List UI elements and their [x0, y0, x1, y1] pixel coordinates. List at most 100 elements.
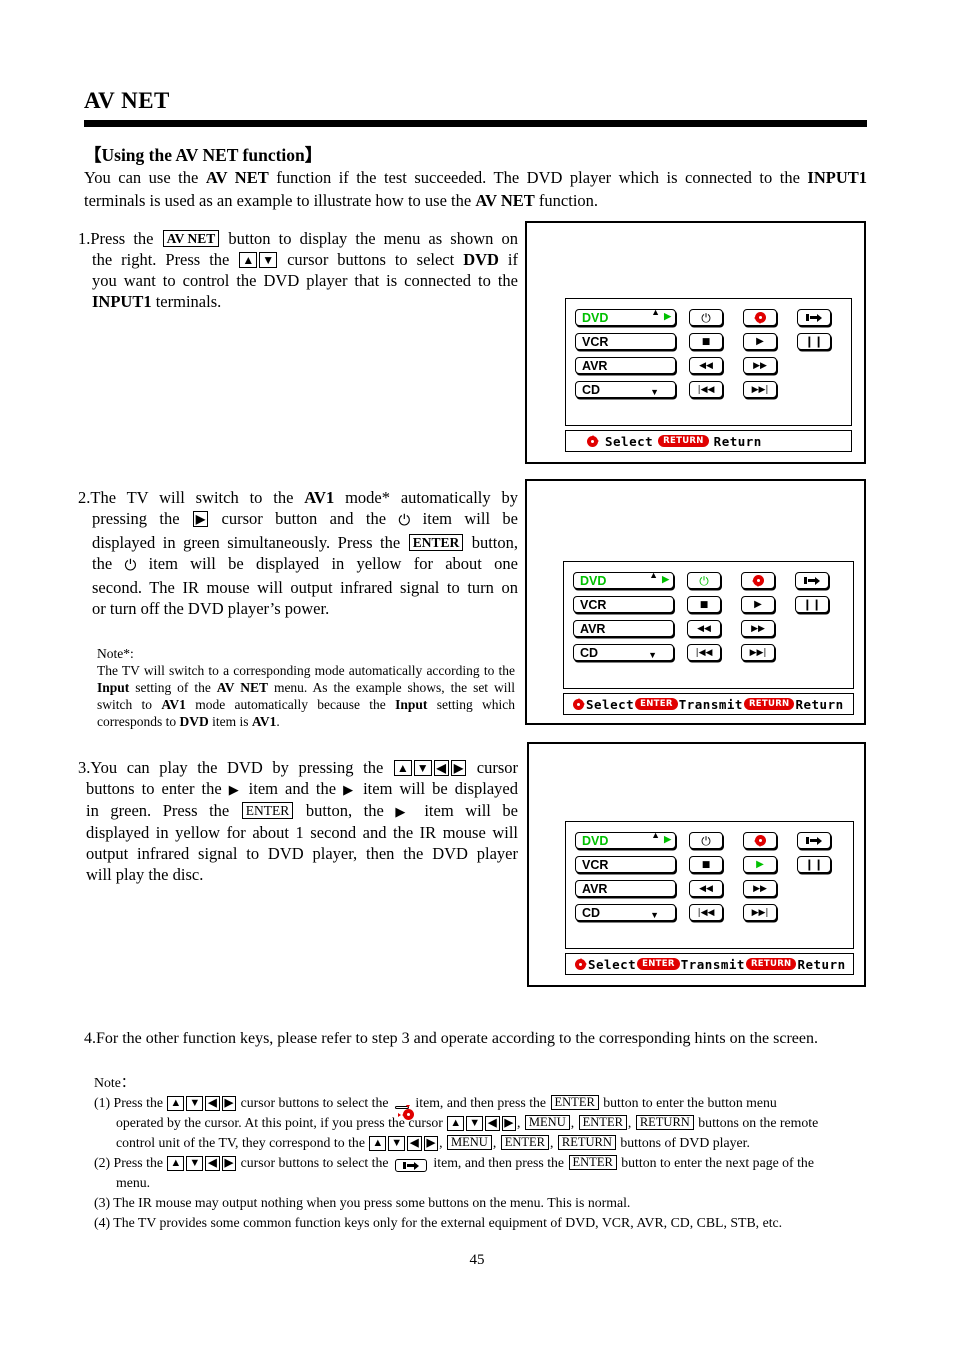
source-label-cd: CD — [582, 382, 601, 397]
button-power[interactable]: ⏻ — [689, 309, 723, 326]
play-glyph-inline-2: ▶ — [343, 782, 357, 797]
button-stop[interactable]: ■ — [689, 856, 723, 873]
source-item-cd[interactable]: CD ▼ — [573, 644, 674, 661]
button-rewind[interactable]: ◀◀ — [689, 357, 723, 374]
step-2-text-5: item will be — [410, 509, 518, 528]
source-label-vcr: VCR — [580, 597, 607, 612]
source-label-dvd: DVD — [580, 573, 607, 588]
osd-diagram-2: DVD ▲ ▶ ⏻ VCR ■ ▶ ❙❙ AVR ◀◀ ▶▶ CD ▼ |◀◀ … — [525, 479, 866, 725]
previous-icon: |◀◀ — [697, 384, 715, 395]
source-item-vcr[interactable]: VCR — [575, 856, 676, 873]
button-pause[interactable]: ❙❙ — [795, 596, 829, 613]
step-3-text-1: You can play the DVD by pressing the — [90, 758, 393, 777]
step-1-text-7: terminals. — [151, 292, 222, 311]
fast-forward-icon: ▶▶ — [753, 360, 767, 371]
source-item-avr[interactable]: AVR — [575, 357, 676, 374]
button-play[interactable]: ▶ — [741, 596, 775, 613]
button-rewind[interactable]: ◀◀ — [689, 880, 723, 897]
button-dpad[interactable] — [743, 309, 777, 326]
source-item-avr[interactable]: AVR — [575, 880, 676, 897]
button-previous[interactable]: |◀◀ — [687, 644, 721, 661]
button-play[interactable]: ▶ — [743, 333, 777, 350]
source-item-vcr[interactable]: VCR — [573, 596, 674, 613]
dpad-icon-box — [394, 1104, 414, 1120]
source-item-cd[interactable]: CD ▼ — [575, 904, 676, 921]
button-rewind[interactable]: ◀◀ — [687, 620, 721, 637]
button-next-page[interactable] — [797, 832, 831, 849]
key-up-arrow: ▲ — [393, 760, 412, 776]
source-label-dvd: DVD — [582, 833, 609, 848]
button-power[interactable]: ⏻ — [689, 832, 723, 849]
button-fast-forward[interactable]: ▶▶ — [743, 357, 777, 374]
step-3-text-9: displayed in yellow for about 1 second a… — [86, 823, 518, 842]
intro-bold-input1: INPUT1 — [807, 168, 867, 187]
key-left-arrow: ◀ — [205, 1156, 220, 1171]
step-3-line-5: output infrared signal to DVD player, th… — [78, 843, 518, 864]
button-fast-forward[interactable]: ▶▶ — [743, 880, 777, 897]
step-3-line-2: buttons to enter the ▶ item and the ▶ it… — [78, 778, 518, 800]
osd-screen-2: DVD ▲ ▶ ⏻ VCR ■ ▶ ❙❙ AVR ◀◀ ▶▶ CD ▼ |◀◀ … — [563, 561, 854, 715]
note-star-text-b: setting of the — [129, 680, 217, 695]
intro-text-2: function if the test succeeded. The DVD … — [268, 168, 808, 187]
osd-row-spacer-2 — [564, 665, 853, 679]
source-item-dvd[interactable]: DVD ▲ ▶ — [575, 308, 676, 326]
note-2-text-c: item, and then press the — [429, 1155, 568, 1170]
step-3-text-10: output infrared signal to DVD player, th… — [86, 844, 518, 863]
osd-panel-3: DVD ▲ ▶ ⏻ VCR ■ ▶ ❙❙ AVR ◀◀ ▶▶ CD ▼ |◀◀ … — [565, 821, 854, 949]
step-3-text-6: in green. Press the — [86, 801, 241, 820]
button-pause[interactable]: ❙❙ — [797, 333, 831, 350]
note-star-text-c: menu. As the example shows, the — [268, 680, 468, 695]
note-1-sep-4: , — [439, 1135, 447, 1150]
play-glyph-inline-3: ▶ — [395, 804, 413, 819]
note-1-sep-1: , — [517, 1115, 524, 1130]
intro-bold-avnet-2: AV NET — [475, 191, 535, 210]
button-next[interactable]: ▶▶| — [743, 381, 777, 398]
note-1-text-a: (1) Press the — [94, 1095, 167, 1110]
step-1-text-5: if — [498, 250, 518, 269]
note-1-text-e: operated by the cursor. At this point, i… — [116, 1115, 447, 1130]
step-4-text: For the other function keys, please refe… — [96, 1030, 818, 1047]
step-4-number: 4. — [84, 1030, 96, 1047]
step-1-bold-dvd: DVD — [463, 250, 499, 269]
title-rule — [84, 120, 867, 127]
source-item-avr[interactable]: AVR — [573, 620, 674, 637]
previous-icon: |◀◀ — [697, 907, 715, 918]
step-3-text-5: item will be displayed — [356, 779, 518, 798]
step-2-text-4: cursor button and the — [209, 509, 399, 528]
scroll-down-icon: ▼ — [650, 910, 659, 920]
source-label-cd: CD — [582, 905, 601, 920]
hint-return-label: Return — [713, 433, 762, 449]
source-item-dvd[interactable]: DVD ▲ ▶ — [575, 831, 676, 849]
button-previous[interactable]: |◀◀ — [689, 381, 723, 398]
step-3: 3.You can play the DVD by pressing the ▲… — [78, 757, 518, 885]
button-next-page[interactable] — [797, 309, 831, 326]
note-star-line-1: The TV will switch to a corresponding mo… — [97, 663, 480, 678]
page-number: 45 — [469, 1252, 485, 1268]
source-item-vcr[interactable]: VCR — [575, 333, 676, 350]
button-dpad[interactable] — [741, 572, 775, 589]
button-next-page[interactable] — [795, 572, 829, 589]
dpad-icon — [574, 958, 587, 971]
button-next[interactable]: ▶▶| — [743, 904, 777, 921]
scroll-down-icon: ▼ — [648, 650, 657, 660]
osd-hint-bar-3: Select ENTER Transmit RETURN Return — [565, 953, 854, 975]
source-item-cd[interactable]: CD ▼ — [575, 381, 676, 398]
step-3-line-3: in green. Press the ENTER button, the ▶ … — [78, 800, 518, 822]
button-stop[interactable]: ■ — [687, 596, 721, 613]
button-stop[interactable]: ■ — [689, 333, 723, 350]
button-fast-forward[interactable]: ▶▶ — [741, 620, 775, 637]
button-power[interactable]: ⏻ — [687, 572, 721, 589]
button-dpad[interactable] — [743, 832, 777, 849]
button-previous[interactable]: |◀◀ — [689, 904, 723, 921]
button-play[interactable]: ▶ — [743, 856, 777, 873]
key-return-2: RETURN — [557, 1135, 616, 1150]
button-next[interactable]: ▶▶| — [741, 644, 775, 661]
osd-screen-3: DVD ▲ ▶ ⏻ VCR ■ ▶ ❙❙ AVR ◀◀ ▶▶ CD ▼ |◀◀ … — [565, 821, 854, 975]
button-pause[interactable]: ❙❙ — [797, 856, 831, 873]
source-item-dvd[interactable]: DVD ▲ ▶ — [573, 571, 674, 589]
key-enter-3: ENTER — [500, 1135, 550, 1150]
note-star-bold-av1-2: AV1 — [251, 714, 277, 729]
next-icon: ▶▶| — [751, 907, 769, 918]
step-2-bold-av1: AV1 — [304, 488, 335, 507]
note-item-3: (3) The IR mouse may output nothing when… — [94, 1195, 631, 1210]
